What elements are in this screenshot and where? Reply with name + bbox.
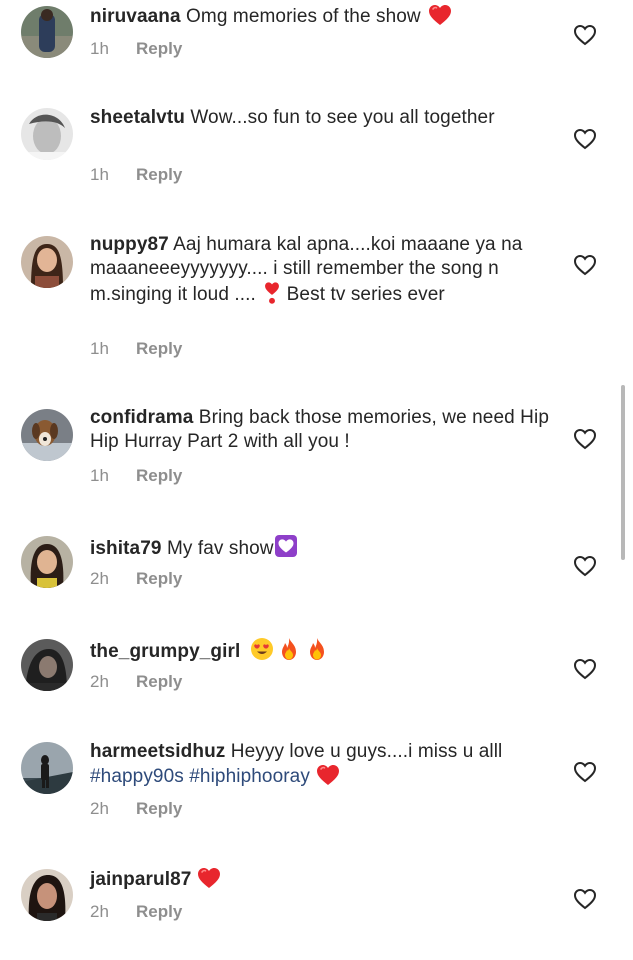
avatar[interactable] xyxy=(21,108,73,160)
fire-emoji-icon xyxy=(278,637,300,661)
comment-meta: 1h Reply xyxy=(90,338,182,360)
comment-time: 1h xyxy=(90,39,109,58)
avatar[interactable] xyxy=(21,639,73,691)
comment-text: ishita79 My fav show xyxy=(90,534,550,561)
comment-meta: 1h Reply xyxy=(90,465,182,487)
reply-button[interactable]: Reply xyxy=(136,339,182,358)
reply-button[interactable]: Reply xyxy=(136,799,182,818)
comment-body xyxy=(240,641,245,662)
comment-username[interactable]: the_grumpy_girl xyxy=(90,641,240,662)
like-heart-icon[interactable] xyxy=(573,24,597,46)
reply-button[interactable]: Reply xyxy=(136,902,182,921)
comment-username[interactable]: ishita79 xyxy=(90,538,162,559)
comment-username[interactable]: sheetalvtu xyxy=(90,107,185,128)
comment-text: nuppy87 Aaj humara kal apna....koi maaan… xyxy=(90,233,550,307)
like-heart-icon[interactable] xyxy=(573,555,597,577)
red-heart-emoji-icon xyxy=(197,867,221,889)
heart-purple-box-emoji-icon xyxy=(274,534,298,558)
avatar[interactable] xyxy=(21,869,73,921)
hashtag-link[interactable]: #happy90s xyxy=(90,766,184,787)
comment-time: 1h xyxy=(90,165,109,184)
comment-username[interactable]: confidrama xyxy=(90,407,193,428)
heart-exclamation-emoji-icon xyxy=(263,281,281,305)
comment-body: Omg memories of the show xyxy=(180,6,427,27)
comment-meta: 2h Reply xyxy=(90,568,182,590)
like-heart-icon[interactable] xyxy=(573,888,597,910)
comment-text: sheetalvtu Wow...so fun to see you all t… xyxy=(90,106,550,130)
comment-username[interactable]: nuppy87 xyxy=(90,234,169,255)
red-heart-emoji-icon xyxy=(316,764,340,786)
red-heart-emoji-icon xyxy=(428,4,452,26)
heart-eyes-emoji-icon xyxy=(250,637,274,661)
comment-text: niruvaana Omg memories of the show xyxy=(90,4,550,29)
comment-meta: 1h Reply xyxy=(90,38,182,60)
comment-text: harmeetsidhuz Heyyy love u guys....i mis… xyxy=(90,740,550,789)
comment-body-continued: Best tv series ever xyxy=(281,284,445,305)
comment-body: Heyyy love u guys....i miss u alll xyxy=(225,741,503,762)
avatar[interactable] xyxy=(21,236,73,288)
like-heart-icon[interactable] xyxy=(573,428,597,450)
comment-time: 1h xyxy=(90,466,109,485)
comment-username[interactable]: jainparul87 xyxy=(90,869,191,890)
comment-time: 2h xyxy=(90,569,109,588)
comment-time: 2h xyxy=(90,672,109,691)
avatar[interactable] xyxy=(21,409,73,461)
like-heart-icon[interactable] xyxy=(573,658,597,680)
comment-time: 2h xyxy=(90,902,109,921)
reply-button[interactable]: Reply xyxy=(136,672,182,691)
avatar[interactable] xyxy=(21,6,73,58)
comment-body: Wow...so fun to see you all together xyxy=(184,107,495,128)
scrollbar[interactable] xyxy=(621,385,625,560)
comment-text: the_grumpy_girl xyxy=(90,637,550,664)
comment-text: jainparul87 xyxy=(90,867,550,892)
comment-time: 2h xyxy=(90,799,109,818)
like-heart-icon[interactable] xyxy=(573,254,597,276)
comment-body: My fav show xyxy=(161,538,274,559)
comment-time: 1h xyxy=(90,339,109,358)
reply-button[interactable]: Reply xyxy=(136,165,182,184)
avatar[interactable] xyxy=(21,536,73,588)
hashtag-link[interactable]: #hiphiphooray xyxy=(189,766,310,787)
reply-button[interactable]: Reply xyxy=(136,466,182,485)
comment-meta: 2h Reply xyxy=(90,798,182,820)
comment-text: confidrama Bring back those memories, we… xyxy=(90,406,550,454)
comment-username[interactable]: niruvaana xyxy=(90,6,181,27)
like-heart-icon[interactable] xyxy=(573,128,597,150)
fire-emoji-icon xyxy=(306,637,328,661)
avatar[interactable] xyxy=(21,742,73,794)
comment-meta: 1h Reply xyxy=(90,164,182,186)
like-heart-icon[interactable] xyxy=(573,761,597,783)
reply-button[interactable]: Reply xyxy=(136,569,182,588)
comment-meta: 2h Reply xyxy=(90,901,182,923)
comment-username[interactable]: harmeetsidhuz xyxy=(90,741,225,762)
comment-meta: 2h Reply xyxy=(90,671,182,693)
reply-button[interactable]: Reply xyxy=(136,39,182,58)
